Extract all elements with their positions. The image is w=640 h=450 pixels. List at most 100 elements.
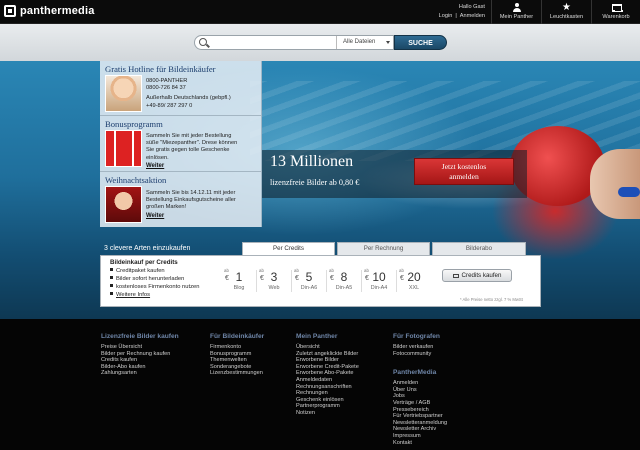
- hotline-line: Außerhalb Deutschlands (gebpfl.): [146, 95, 231, 102]
- search-button[interactable]: SUCHE: [394, 35, 447, 50]
- bonus-section: Bonusprogramm Sammeln Sie mit jeder Best…: [100, 116, 262, 172]
- footer-link[interactable]: Lizenzbestimmungen: [210, 370, 264, 377]
- footer-link[interactable]: Bonusprogramm: [210, 351, 264, 358]
- greeting-text: Hallo Gast: [458, 4, 485, 10]
- euro-icon: €: [295, 275, 299, 282]
- tab-per-rechnung[interactable]: Per Rechnung: [337, 242, 430, 255]
- nav-warenkorb[interactable]: Warenkorb: [591, 0, 640, 24]
- nav-label: Warenkorb: [602, 14, 630, 20]
- login-link[interactable]: Login: [439, 12, 453, 21]
- footer-link[interactable]: Credits kaufen: [101, 357, 179, 364]
- bonus-line: Sammeln Sie mit jeder Bestellung: [146, 133, 232, 139]
- footer-col-buyers: Für Bildeinkäufer Firmenkonto Bonusprogr…: [210, 333, 264, 377]
- footer-link[interactable]: Erworbene Credit-Pakete: [296, 364, 359, 371]
- footer-link[interactable]: Für Vertriebspartner: [393, 413, 447, 420]
- feature-label: Bilder sofort herunterladen: [116, 276, 185, 282]
- nav-label: Leuchtkasten: [549, 14, 584, 20]
- price-note: * Alle Preise netto zzgl. 7 % MwSt: [460, 297, 523, 302]
- footer-link[interactable]: Zahlungsarten: [101, 370, 179, 377]
- price-blog: ab € 1 Blog: [222, 268, 256, 291]
- price-label: XXL: [408, 285, 420, 291]
- feature-item: Bilder sofort herunterladen: [110, 276, 184, 282]
- hotline-section: Gratis Hotline für Bildeinkäufer 0800-PA…: [100, 61, 262, 116]
- footer-link[interactable]: Notizen: [296, 410, 359, 417]
- bullet-icon: [110, 284, 113, 287]
- panther-logo-icon: [4, 5, 16, 17]
- hotline-image: [105, 75, 142, 112]
- footer-col-account: Mein Panther Übersicht Zuletzt angeklick…: [296, 333, 359, 417]
- footer-link[interactable]: Zuletzt angeklickte Bilder: [296, 351, 359, 358]
- buy-credits-button[interactable]: Credits kaufen: [442, 269, 512, 282]
- tab-per-credits[interactable]: Per Credits: [242, 242, 335, 256]
- xmas-line: Bestellung Einkaufsgutscheine aller: [146, 197, 236, 204]
- bonus-weiter-link[interactable]: Weiter: [146, 163, 164, 169]
- price-prefix: ab: [294, 268, 299, 273]
- footer-link[interactable]: Fotocommunity: [393, 351, 447, 358]
- price-din-a4: ab € 10 Din-A4: [362, 268, 396, 291]
- tab-bilderabo[interactable]: Bilderabo: [432, 242, 526, 255]
- footer-link[interactable]: Über Uns: [393, 387, 447, 394]
- gift-image: [105, 130, 142, 167]
- footer-link[interactable]: Partnerprogramm: [296, 403, 359, 410]
- footer-link[interactable]: Anmeldedaten: [296, 377, 359, 384]
- footer-heading: Für Fotografen: [393, 333, 440, 340]
- footer-link[interactable]: Rechnungsanschriften: [296, 384, 359, 391]
- top-bar: panthermedia Hallo Gast Login | Anmelden…: [0, 0, 640, 24]
- cta-line: anmelden: [449, 172, 479, 181]
- register-link[interactable]: Anmelden: [460, 12, 485, 21]
- footer-link[interactable]: Erworbene Abo-Pakete: [296, 370, 359, 377]
- bonus-line: einlösen.: [146, 154, 169, 161]
- footer-link[interactable]: Pressebereich: [393, 407, 447, 414]
- register-free-button[interactable]: Jetzt kostenlos anmelden: [414, 158, 514, 185]
- euro-icon: €: [365, 275, 369, 282]
- footer-col-photographers: Für Fotografen Bilder verkaufen Fotocomm…: [393, 333, 447, 446]
- footer-link[interactable]: Impressum: [393, 433, 447, 440]
- footer-link[interactable]: Newsletteranmeldung: [393, 420, 447, 427]
- price-xxl: ab € 20 XXL: [397, 268, 431, 291]
- cta-line: Jetzt kostenlos: [441, 162, 487, 171]
- footer-link[interactable]: Rechnungen: [296, 390, 359, 397]
- footer-link[interactable]: Erworbene Bilder: [296, 357, 359, 364]
- footer-link[interactable]: Übersicht: [296, 344, 359, 351]
- xmas-weiter-link[interactable]: Weiter: [146, 213, 164, 219]
- ways-title: 3 clevere Arten einzukaufen: [104, 245, 191, 252]
- price-din-a6: ab € 5 Din-A6: [292, 268, 326, 291]
- chevron-down-icon: [386, 41, 390, 44]
- footer-link[interactable]: Jobs: [393, 393, 447, 400]
- footer-link[interactable]: Bilder verkaufen: [393, 344, 447, 351]
- search-input[interactable]: [210, 37, 330, 48]
- nav-leuchtkasten[interactable]: ★ Leuchtkasten: [541, 0, 591, 24]
- nav-mein-panther[interactable]: Mein Panther: [491, 0, 541, 24]
- footer-link[interactable]: Geschenk einlösen: [296, 397, 359, 404]
- cart-icon: [611, 3, 623, 12]
- footer-link[interactable]: Kontakt: [393, 440, 447, 447]
- xmas-image: [105, 186, 142, 223]
- footer-link[interactable]: Firmenkonto: [210, 344, 264, 351]
- footer-link[interactable]: Bilder-Abo kaufen: [101, 364, 179, 371]
- swimmer-goggle: [618, 187, 640, 197]
- hotline-title: Gratis Hotline für Bildeinkäufer: [105, 64, 216, 74]
- footer-link[interactable]: Sonderangebote: [210, 364, 264, 371]
- brand-logo[interactable]: panthermedia: [4, 5, 95, 17]
- footer-link[interactable]: Anmelden: [393, 380, 447, 387]
- footer-link[interactable]: Verträge / AGB: [393, 400, 447, 407]
- footer-link[interactable]: Bilder per Rechnung kaufen: [101, 351, 179, 358]
- account-area: Hallo Gast Login | Anmelden: [425, 3, 485, 21]
- more-info-link[interactable]: Weitere Infos: [110, 292, 150, 298]
- footer-link[interactable]: Preise Übersicht: [101, 344, 179, 351]
- page: panthermedia Hallo Gast Login | Anmelden…: [0, 0, 640, 450]
- bullet-icon: [110, 276, 113, 279]
- price-label: Din-A5: [335, 285, 353, 291]
- hotline-line: 0800-726 84 37: [146, 85, 186, 92]
- user-icon: [512, 3, 522, 12]
- card-title: Bildeinkauf per Credits: [110, 259, 178, 266]
- feature-item: Creditpaket kaufen: [110, 268, 165, 274]
- price-label: Din-A4: [370, 285, 388, 291]
- footer-link[interactable]: Themenwelten: [210, 357, 264, 364]
- feature-item: kostenloses Firmenkonto nutzen: [110, 284, 199, 290]
- footer-link[interactable]: Newsletter Archiv: [393, 426, 447, 433]
- search-icon: [199, 38, 207, 46]
- hotline-line: 0800-PANTHER: [146, 78, 188, 84]
- search-scope-select[interactable]: Alle Dateien: [336, 36, 394, 49]
- star-icon: ★: [562, 2, 571, 13]
